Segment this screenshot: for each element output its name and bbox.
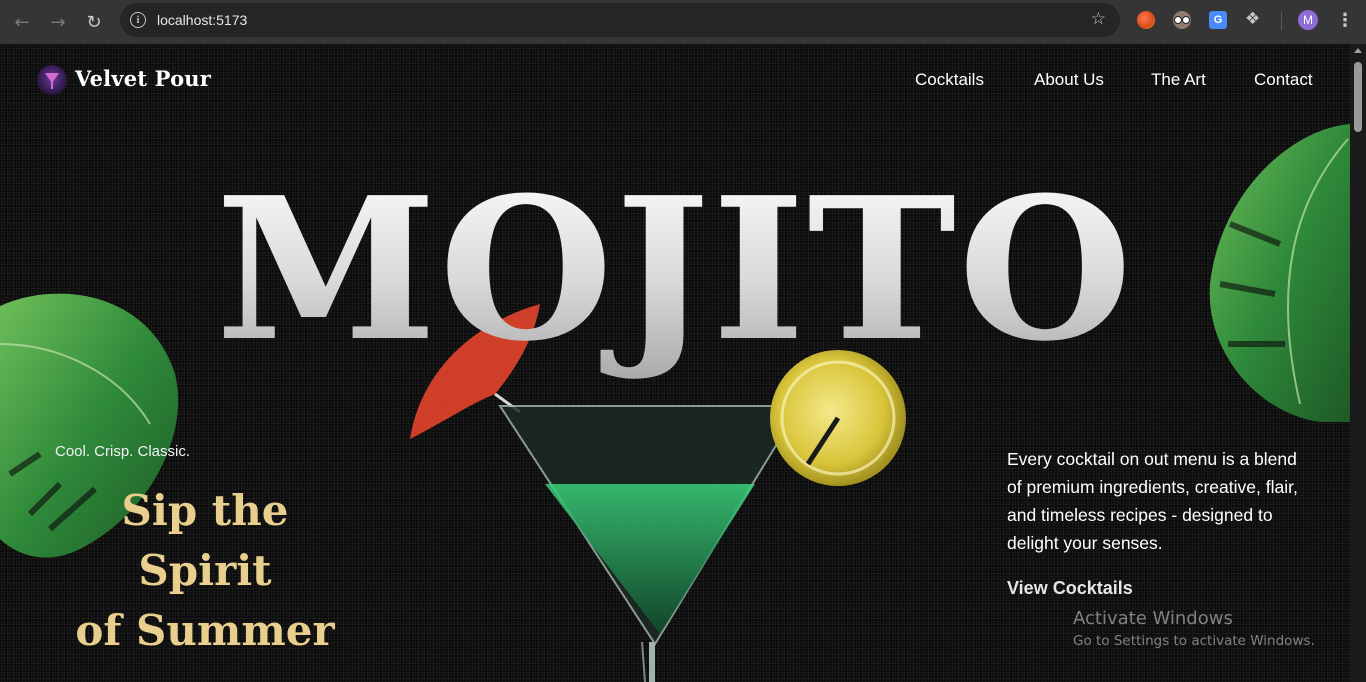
- url-text[interactable]: localhost:5173: [157, 12, 247, 28]
- star-icon[interactable]: ☆: [1091, 9, 1106, 29]
- page-viewport: Velvet Pour Cocktails About Us The Art C…: [0, 44, 1350, 682]
- martini-glass-icon: [498, 405, 802, 682]
- back-icon[interactable]: ←: [4, 4, 40, 40]
- tagline-big-line2: of Summer: [75, 606, 335, 655]
- tagline-big-line1: Sip the Spirit: [121, 486, 289, 595]
- hero-title: MOJITO: [0, 172, 1350, 368]
- nav-link-cocktails[interactable]: Cocktails: [915, 70, 984, 90]
- scroll-up-arrow-icon[interactable]: [1354, 48, 1362, 53]
- scrollbar-thumb[interactable]: [1354, 62, 1362, 132]
- translate-extension-icon[interactable]: G: [1209, 11, 1227, 29]
- address-bar[interactable]: i localhost:5173 ☆: [120, 3, 1120, 37]
- activate-windows-subtitle: Go to Settings to activate Windows.: [1073, 633, 1315, 649]
- profile-avatar[interactable]: M: [1298, 10, 1318, 30]
- toolbar-divider: [1281, 12, 1282, 30]
- hero-description: Every cocktail on out menu is a blend of…: [1007, 449, 1298, 553]
- extensions-puzzle-icon[interactable]: ❖: [1245, 9, 1260, 29]
- tagline-small: Cool. Crisp. Classic.: [55, 443, 191, 460]
- site-header: Velvet Pour Cocktails About Us The Art C…: [0, 44, 1350, 116]
- brand-name[interactable]: Velvet Pour: [75, 66, 211, 91]
- info-icon[interactable]: i: [130, 12, 146, 28]
- hero-title-text: MOJITO: [215, 155, 1135, 385]
- nav-link-contact[interactable]: Contact: [1254, 70, 1313, 90]
- reload-icon[interactable]: ↻: [76, 4, 112, 40]
- activate-windows-title: Activate Windows: [1073, 608, 1233, 629]
- logo-icon[interactable]: [37, 65, 67, 95]
- tagline-big: Sip the Spirit of Summer: [55, 481, 355, 661]
- extension-icon-2[interactable]: [1173, 11, 1191, 29]
- extension-icon-1[interactable]: [1137, 11, 1155, 29]
- forward-icon[interactable]: →: [40, 4, 76, 40]
- menu-kebab-icon[interactable]: ⋮: [1336, 10, 1354, 31]
- view-cocktails-link[interactable]: View Cocktails: [1007, 578, 1133, 599]
- browser-toolbar: ← → ↻ i localhost:5173 ☆ G ❖ M ⋮: [0, 0, 1366, 44]
- page-scrollbar[interactable]: [1350, 44, 1366, 682]
- nav-link-the-art[interactable]: The Art: [1151, 70, 1206, 90]
- nav-link-about-us[interactable]: About Us: [1034, 70, 1104, 90]
